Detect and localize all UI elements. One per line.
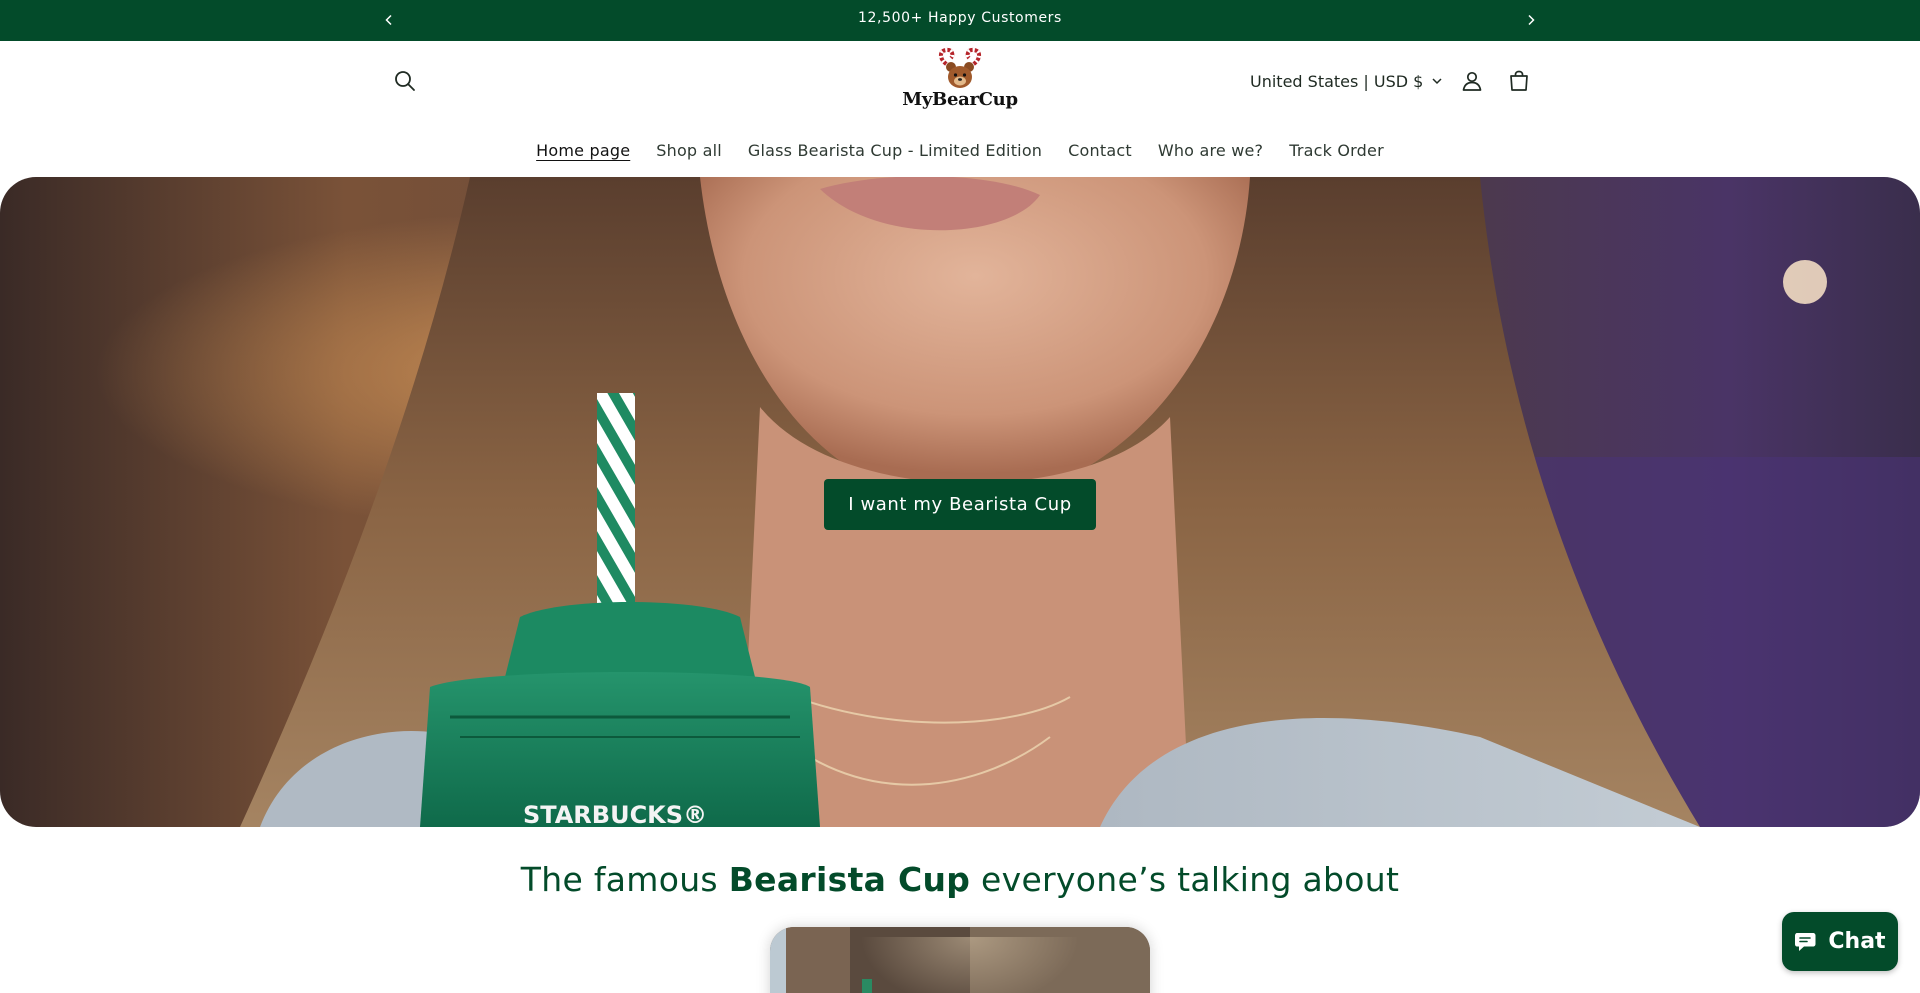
cart-icon [1510, 70, 1528, 91]
site-header: MyBearCup United States | USD $ Home pag… [0, 41, 1920, 177]
chat-button[interactable]: Chat [1782, 912, 1898, 971]
country-currency-selector[interactable]: United States | USD $ [1250, 67, 1443, 95]
announcement-next-button[interactable] [1519, 8, 1543, 32]
account-button[interactable] [1452, 61, 1492, 101]
search-button[interactable] [385, 61, 425, 101]
hero-cta-button[interactable]: I want my Bearista Cup [824, 479, 1096, 530]
nav-item-track-order[interactable]: Track Order [1276, 141, 1397, 160]
featured-video-card[interactable] [770, 927, 1150, 993]
main-navigation: Home page Shop all Glass Bearista Cup - … [0, 141, 1920, 160]
chat-label: Chat [1828, 929, 1886, 954]
announcement-bar: 12,500+ Happy Customers [0, 0, 1920, 41]
chat-bubble-icon [1795, 932, 1816, 951]
video-thumbnail-straw [862, 979, 872, 993]
announcement-message: 12,500+ Happy Customers [858, 10, 1062, 26]
chevron-right-icon [1528, 14, 1535, 26]
heading-suffix: everyone’s talking about [970, 860, 1400, 899]
video-thumbnail-glow [860, 937, 1080, 993]
country-currency-label: United States | USD $ [1250, 71, 1424, 91]
heading-prefix: The famous [520, 860, 729, 899]
cart-button[interactable] [1499, 61, 1539, 101]
nav-item-who-are-we[interactable]: Who are we? [1145, 141, 1276, 160]
bear-logo-icon [939, 47, 981, 88]
search-icon [395, 71, 415, 91]
cup-brand-text: STARBUCKS® [523, 801, 707, 827]
heading-bold: Bearista Cup [728, 860, 971, 899]
user-icon [1462, 71, 1482, 91]
hero-banner: STARBUCKS® I want my Bearista Cup [0, 177, 1920, 827]
logo-text: MyBearCup [902, 89, 1018, 110]
nav-item-glass-bearista-cup[interactable]: Glass Bearista Cup - Limited Edition [735, 141, 1055, 160]
nav-item-contact[interactable]: Contact [1055, 141, 1145, 160]
site-logo[interactable]: MyBearCup [895, 47, 1025, 119]
chevron-down-icon [1432, 78, 1442, 85]
section-heading: The famous Bearista Cup everyone’s talki… [0, 860, 1920, 899]
nav-item-shop-all[interactable]: Shop all [643, 141, 735, 160]
nav-item-home-page[interactable]: Home page [523, 141, 643, 160]
